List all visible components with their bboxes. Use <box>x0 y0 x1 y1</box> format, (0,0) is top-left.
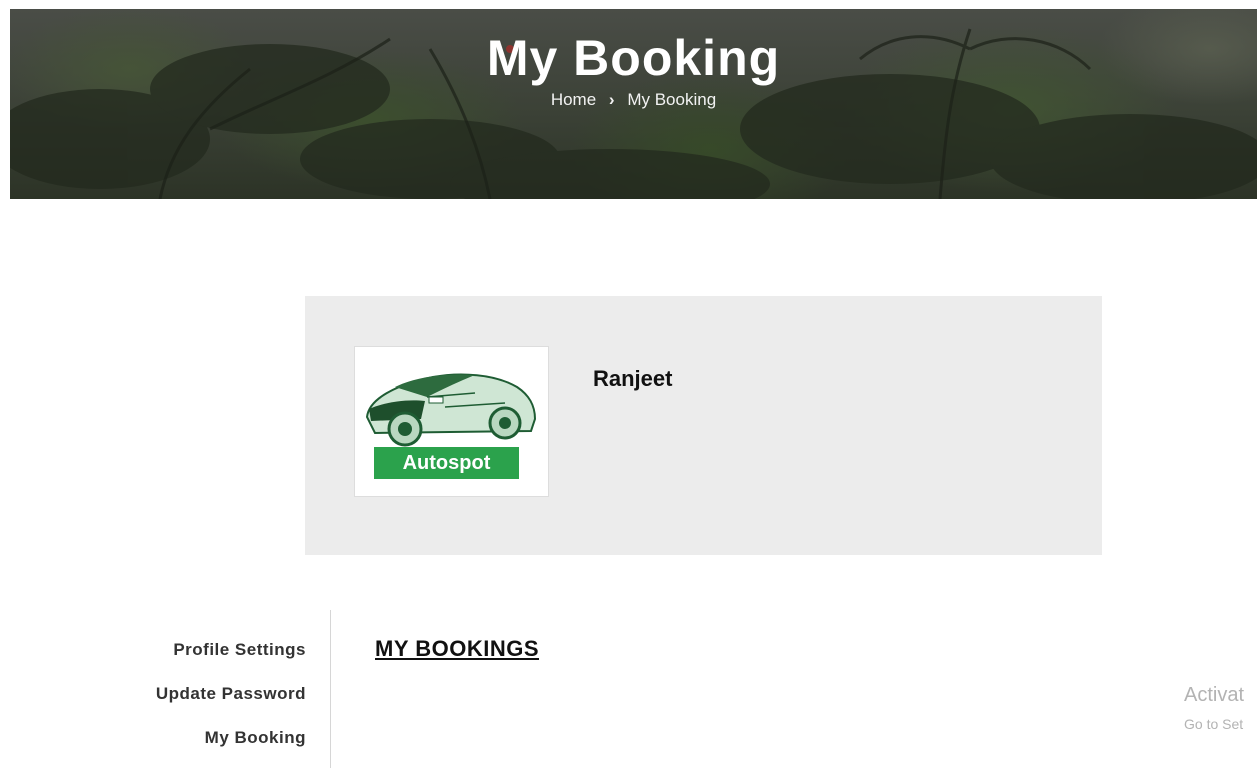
sidebar-item-my-booking[interactable]: My Booking <box>205 728 306 748</box>
profile-avatar: Autospot <box>354 346 549 497</box>
sidebar-item-update-password[interactable]: Update Password <box>156 684 306 704</box>
breadcrumb-home-link[interactable]: Home <box>551 90 596 109</box>
activation-watermark-subtext: Go to Set <box>1184 716 1244 732</box>
page-title: My Booking <box>486 30 781 86</box>
breadcrumb-current: My Booking <box>627 90 717 109</box>
car-logo-icon <box>365 373 537 447</box>
logo-brand-label: Autospot <box>374 447 519 479</box>
sidebar-item-profile-settings[interactable]: Profile Settings <box>173 640 306 660</box>
user-name: Ranjeet <box>593 366 673 391</box>
breadcrumb: Home › My Booking <box>10 90 1257 110</box>
chevron-right-icon: › <box>608 90 615 109</box>
section-title: MY BOOKINGS <box>375 636 540 661</box>
profile-card: Autospot Ranjeet <box>305 296 1102 555</box>
page-hero-banner: My Booking Home › My Booking <box>10 9 1257 199</box>
sidebar-nav: Profile Settings Update Password My Book… <box>0 610 331 768</box>
activation-watermark: Activat <box>1184 684 1245 706</box>
